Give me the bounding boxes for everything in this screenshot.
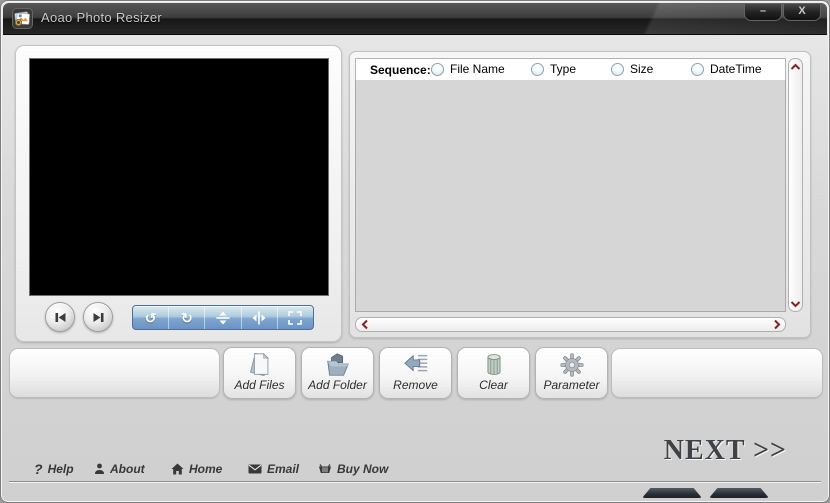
sequence-header: Sequence: File Name Type Size DateTime: [355, 58, 786, 81]
bottom-divider: [9, 481, 821, 483]
toolbar-strip-right: [611, 348, 823, 398]
sort-radio-type[interactable]: Type: [531, 62, 576, 76]
next-button[interactable]: NEXT >>: [664, 435, 787, 467]
skip-next-icon: [93, 312, 103, 322]
chevron-right-icon: [773, 319, 780, 330]
remove-icon: [401, 350, 431, 380]
rotate-left-icon: ↺: [144, 309, 157, 326]
clear-button[interactable]: Clear: [457, 347, 530, 399]
flip-horizontal-icon: [252, 311, 266, 324]
close-icon: X: [798, 5, 806, 17]
scroll-left-button[interactable]: [358, 319, 371, 330]
radio-icon: [611, 62, 624, 76]
sequence-label: Sequence:: [370, 63, 431, 77]
about-link[interactable]: About: [94, 462, 145, 476]
file-list-panel: Sequence: File Name Type Size DateTime: [349, 51, 811, 338]
fit-view-icon: [288, 310, 303, 325]
skip-previous-icon: [55, 312, 65, 322]
image-edit-toolbar: ↺ ↻: [132, 305, 314, 330]
preview-panel: ↺ ↻: [15, 45, 342, 342]
email-link[interactable]: Email: [248, 462, 299, 476]
chevron-up-icon: [790, 63, 801, 70]
next-image-button[interactable]: [83, 302, 113, 332]
clear-icon: [479, 350, 509, 380]
toolbar-strip-left: [9, 348, 220, 398]
add-files-button[interactable]: Add Files: [223, 347, 296, 399]
flip-vertical-button[interactable]: [205, 306, 242, 329]
flip-horizontal-button[interactable]: [242, 306, 278, 329]
scroll-right-button[interactable]: [770, 319, 783, 330]
parameter-icon: [557, 350, 587, 380]
radio-icon: [531, 62, 544, 76]
file-list[interactable]: [355, 80, 786, 312]
chevron-down-icon: [790, 300, 801, 307]
window-title: Aoao Photo Resizer: [41, 10, 163, 25]
help-link[interactable]: ? Help: [34, 462, 74, 476]
horizontal-scrollbar[interactable]: [355, 317, 786, 332]
rotate-right-button[interactable]: ↻: [169, 306, 206, 329]
close-button[interactable]: X: [783, 3, 821, 21]
titlebar[interactable]: Aoao Photo Resizer – X: [3, 3, 827, 35]
parameter-button[interactable]: Parameter: [535, 347, 608, 399]
buy-now-link[interactable]: Buy Now: [318, 462, 388, 476]
vertical-scrollbar[interactable]: [788, 58, 803, 312]
scroll-up-button[interactable]: [789, 61, 802, 72]
sort-radio-file-name[interactable]: File Name: [431, 62, 505, 76]
home-link[interactable]: Home: [171, 462, 222, 476]
previous-image-button[interactable]: [45, 302, 75, 332]
fit-view-button[interactable]: [278, 306, 313, 329]
about-icon: [95, 463, 104, 474]
minimize-button[interactable]: –: [744, 3, 782, 21]
home-icon: [171, 463, 184, 475]
chevron-left-icon: [361, 319, 368, 330]
rotate-left-button[interactable]: ↺: [133, 306, 170, 329]
add-files-icon: [245, 350, 275, 380]
flip-vertical-icon: [216, 311, 230, 324]
add-folder-button[interactable]: Add Folder: [301, 347, 374, 399]
radio-icon: [431, 62, 444, 76]
email-icon: [248, 464, 262, 474]
radio-icon: [691, 62, 704, 76]
sort-radio-size[interactable]: Size: [611, 62, 653, 76]
window-grip: [642, 488, 702, 498]
help-icon: ?: [34, 461, 43, 477]
add-folder-icon: [323, 350, 353, 380]
app-logo-icon: [12, 8, 33, 29]
scroll-down-button[interactable]: [789, 298, 802, 309]
minimize-icon: –: [759, 5, 767, 17]
sort-radio-datetime[interactable]: DateTime: [691, 62, 762, 76]
window-grip: [709, 488, 769, 498]
remove-button[interactable]: Remove: [379, 347, 452, 399]
preview-screen: [29, 58, 329, 296]
buy-now-icon: [319, 463, 331, 473]
app-window: Aoao Photo Resizer – X ↺ ↻ Sequence: Fil…: [0, 0, 830, 503]
rotate-right-icon: ↻: [180, 309, 193, 326]
